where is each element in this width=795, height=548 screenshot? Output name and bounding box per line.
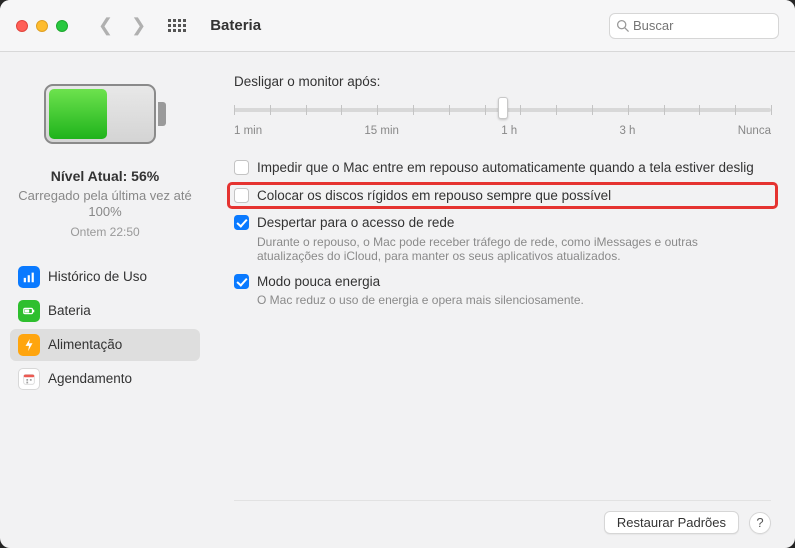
minimize-icon[interactable]	[36, 20, 48, 32]
titlebar: ❮ ❯ Bateria	[0, 0, 795, 52]
checkbox[interactable]	[234, 188, 249, 203]
option-label: Colocar os discos rígidos em repouso sem…	[257, 187, 611, 205]
sidebar-item-power[interactable]: Alimentação	[10, 329, 200, 361]
battery-level-label: Nível Atual: 56%	[0, 168, 210, 184]
tick-label: 3 h	[619, 125, 635, 137]
preferences-window: ❮ ❯ Bateria Nível Atual: 56% Carregado p…	[0, 0, 795, 548]
body: Nível Atual: 56% Carregado pela última v…	[0, 52, 795, 548]
options-list: Impedir que o Mac entre em repouso autom…	[234, 159, 771, 307]
search-icon	[616, 19, 629, 32]
sidebar: Nível Atual: 56% Carregado pela última v…	[0, 52, 210, 548]
forward-button[interactable]: ❯	[131, 15, 146, 36]
option-row: Despertar para o acesso de rede Durante o…	[234, 214, 771, 263]
sidebar-item-schedule[interactable]: Agendamento	[10, 363, 200, 395]
sidebar-item-label: Bateria	[48, 303, 91, 318]
slider-tick-labels: 1 min 15 min 1 h 3 h Nunca	[234, 125, 771, 141]
checkbox[interactable]	[234, 215, 249, 230]
sidebar-item-usage[interactable]: Histórico de Uso	[10, 261, 200, 293]
tick-label: Nunca	[738, 125, 771, 137]
option-label: Despertar para o acesso de rede	[257, 214, 737, 232]
battery-timestamp: Ontem 22:50	[0, 225, 210, 239]
search-input[interactable]	[633, 18, 772, 33]
schedule-icon	[18, 368, 40, 390]
help-button[interactable]: ?	[749, 512, 771, 534]
search-field[interactable]	[609, 13, 779, 39]
page-title: Bateria	[210, 17, 261, 34]
option-row: Modo pouca energia O Mac reduz o uso de e…	[234, 273, 771, 308]
show-all-icon[interactable]	[168, 19, 186, 32]
tick-label: 1 min	[234, 125, 262, 137]
sidebar-item-label: Histórico de Uso	[48, 269, 147, 284]
option-label: Modo pouca energia	[257, 273, 584, 291]
zoom-icon[interactable]	[56, 20, 68, 32]
battery-charged-label: Carregado pela última vez até 100%	[0, 188, 210, 221]
option-description: Durante o repouso, o Mac pode receber tr…	[257, 235, 737, 263]
tick-label: 1 h	[501, 125, 517, 137]
nav-arrows: ❮ ❯	[98, 15, 146, 36]
battery-graphic	[44, 84, 166, 144]
restore-defaults-button[interactable]: Restaurar Padrões	[604, 511, 739, 534]
option-description: O Mac reduz o uso de energia e opera mai…	[257, 293, 584, 307]
option-label: Impedir que o Mac entre em repouso autom…	[257, 159, 754, 177]
battery-icon	[18, 300, 40, 322]
sidebar-nav: Histórico de Uso Bateria Alimentação Agenda…	[0, 261, 210, 395]
usage-icon	[18, 266, 40, 288]
slider-thumb[interactable]	[498, 97, 508, 119]
back-button[interactable]: ❮	[98, 15, 113, 36]
slider-label: Desligar o monitor após:	[234, 74, 771, 89]
option-row: Impedir que o Mac entre em repouso autom…	[234, 159, 771, 177]
window-controls	[16, 20, 68, 32]
option-row: Colocar os discos rígidos em repouso sem…	[230, 185, 775, 207]
power-icon	[18, 334, 40, 356]
main-panel: Desligar o monitor após: 1 min 15 min 1 h 3…	[210, 52, 795, 548]
checkbox[interactable]	[234, 274, 249, 289]
footer: Restaurar Padrões ?	[234, 500, 771, 534]
checkbox[interactable]	[234, 160, 249, 175]
tick-label: 15 min	[364, 125, 399, 137]
close-icon[interactable]	[16, 20, 28, 32]
sidebar-item-battery[interactable]: Bateria	[10, 295, 200, 327]
display-sleep-slider[interactable]	[234, 99, 771, 119]
sidebar-item-label: Alimentação	[48, 337, 122, 352]
sidebar-item-label: Agendamento	[48, 371, 132, 386]
